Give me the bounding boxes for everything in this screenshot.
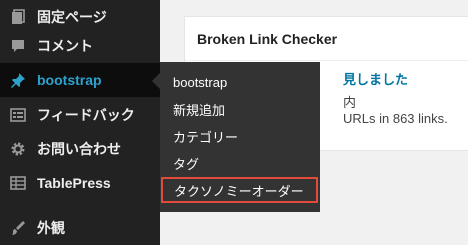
sidebar-item-label: TablePress xyxy=(37,175,111,191)
submenu-item-categories[interactable]: カテゴリー xyxy=(160,123,320,149)
bootstrap-flyout-submenu: bootstrap 新規追加 カテゴリー タグ タクソノミーオーダー xyxy=(160,62,320,212)
sidebar-item-label: お問い合わせ xyxy=(37,141,121,157)
submenu-item-bootstrap[interactable]: bootstrap xyxy=(160,69,320,95)
sidebar-item-feedback[interactable]: フィードバック xyxy=(0,98,160,132)
sidebar-item-label: bootstrap xyxy=(37,72,102,88)
sidebar-item-bootstrap[interactable]: bootstrap xyxy=(0,63,160,97)
table-icon xyxy=(8,173,28,193)
current-menu-arrow xyxy=(152,73,160,89)
sidebar-item-label: 外観 xyxy=(37,220,65,236)
sidebar-item-appearance[interactable]: 外観 xyxy=(0,211,160,245)
sidebar-item-comments[interactable]: コメント xyxy=(0,29,160,63)
admin-sidebar: 固定ページ コメント bootstrap フィードバック お問い合わせ Tabl… xyxy=(0,0,160,245)
appearance-icon xyxy=(8,218,28,238)
widget-status-link[interactable]: 見しました xyxy=(343,69,408,88)
widget-url-count: URLs in 863 links. xyxy=(343,111,448,126)
widget-title: Broken Link Checker xyxy=(185,17,468,61)
gear-icon xyxy=(8,139,28,159)
comments-icon xyxy=(8,36,28,56)
pin-icon xyxy=(8,70,28,90)
pages-icon xyxy=(8,7,28,27)
submenu-item-taxonomy-order[interactable]: タクソノミーオーダー xyxy=(161,177,318,203)
widget-status-text: 内 xyxy=(343,95,357,110)
sidebar-item-label: フィードバック xyxy=(37,107,135,123)
sidebar-item-label: コメント xyxy=(37,38,93,54)
sidebar-item-label: 固定ページ xyxy=(37,9,107,25)
submenu-item-add-new[interactable]: 新規追加 xyxy=(160,96,320,122)
submenu-item-tags[interactable]: タグ xyxy=(160,150,320,176)
sidebar-item-tablepress[interactable]: TablePress xyxy=(0,166,160,200)
feedback-icon xyxy=(8,105,28,125)
sidebar-item-contact[interactable]: お問い合わせ xyxy=(0,132,160,166)
